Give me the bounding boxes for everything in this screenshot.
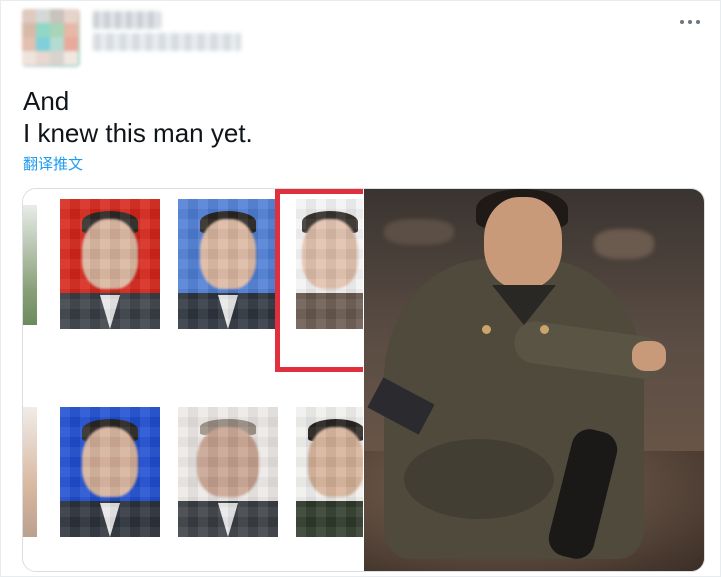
face-grid-image[interactable] [23, 189, 363, 571]
grid-tile-partial [23, 407, 37, 537]
avatar[interactable] [22, 9, 80, 67]
more-horizontal-icon[interactable] [677, 18, 703, 28]
display-name-redacted[interactable] [93, 11, 161, 29]
tweet-card: And I knew this man yet. 翻译推文 [0, 0, 721, 577]
photo-figure-button [482, 325, 491, 334]
photo-rock [384, 219, 454, 245]
photo-figure-knee [404, 439, 554, 519]
photo-figure-button [540, 325, 549, 334]
grid-tile-face [178, 199, 278, 329]
photo-figure-head [484, 197, 562, 289]
grid-tile-face [60, 407, 160, 537]
highlight-box [275, 189, 363, 372]
username-redacted[interactable] [93, 33, 241, 51]
grid-tile-face [60, 199, 160, 329]
tweet-text-line: I knew this man yet. [23, 118, 253, 148]
translate-tweet-link[interactable]: 翻译推文 [23, 153, 83, 174]
grid-tile-partial [23, 205, 37, 325]
tweet-text-line: And [23, 86, 70, 116]
actor-photo-image[interactable] [364, 189, 704, 571]
photo-rock [594, 229, 654, 259]
tweet-media[interactable] [22, 188, 705, 572]
grid-tile-face [178, 407, 278, 537]
photo-figure-hand [632, 341, 666, 371]
tweet-text: And I knew this man yet. [23, 85, 253, 149]
grid-tile-face [296, 407, 363, 537]
